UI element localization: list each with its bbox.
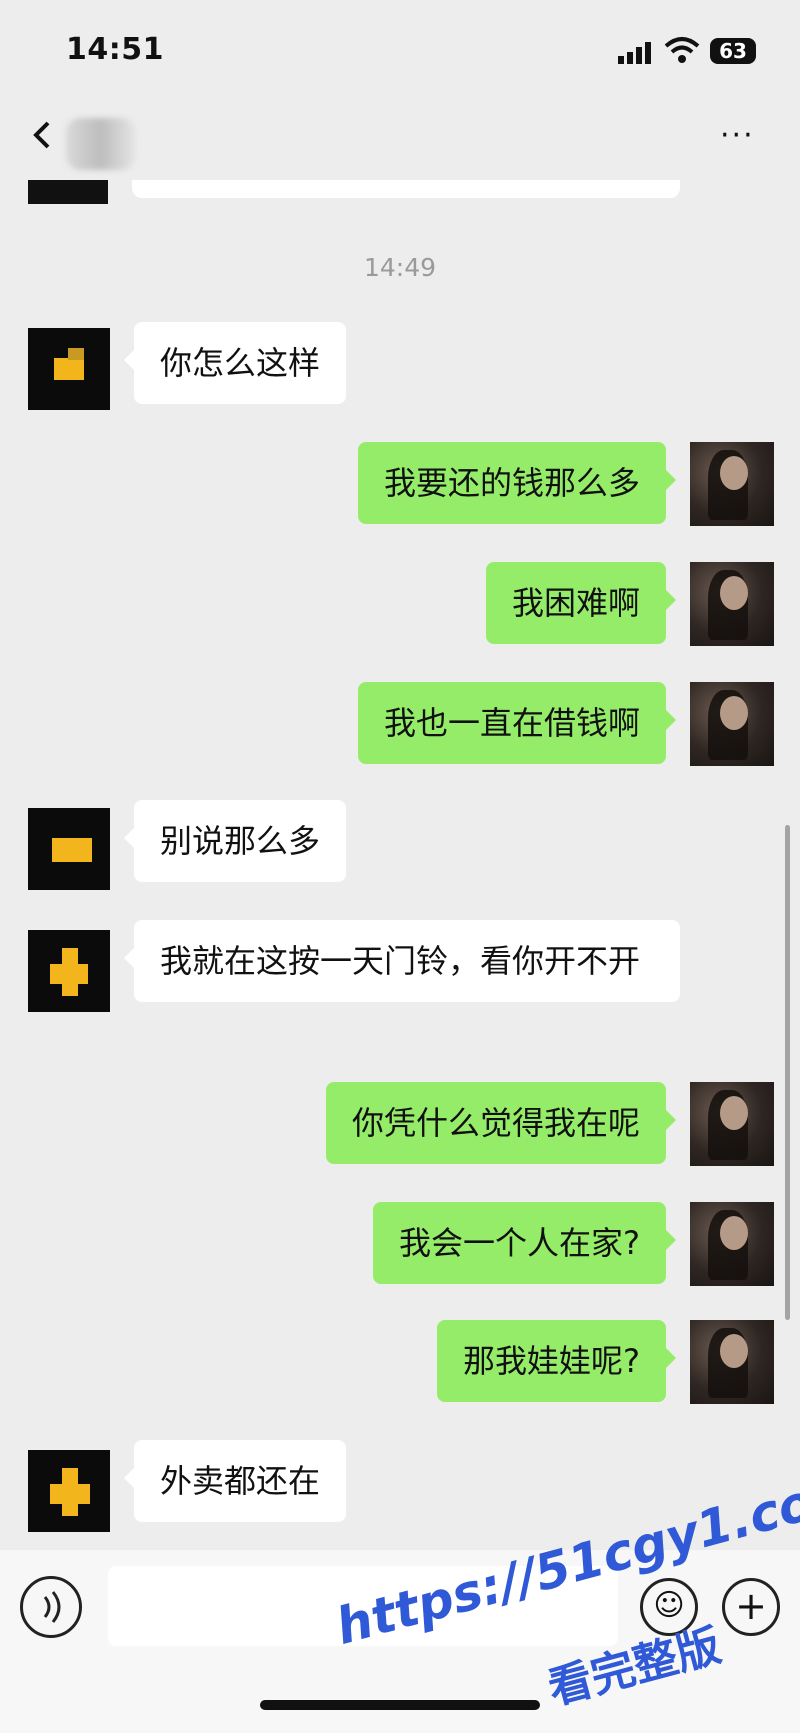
status-time: 14:51	[66, 32, 164, 67]
avatar[interactable]	[690, 1320, 774, 1404]
battery-indicator: 63	[710, 38, 756, 64]
avatar[interactable]	[690, 1202, 774, 1286]
wifi-icon	[664, 37, 700, 63]
voice-icon[interactable]	[20, 1576, 82, 1638]
message-bubble: 我会一个人在家?	[373, 1202, 676, 1284]
message-bubble: 外卖都还在	[123, 1440, 347, 1522]
home-indicator[interactable]	[260, 1700, 540, 1710]
contact-name-blurred	[66, 118, 136, 170]
status-bar: 14:51 63	[0, 0, 800, 100]
message-timestamp: 14:49	[363, 253, 437, 282]
avatar[interactable]	[28, 180, 108, 204]
message-bubble: 我也一直在借钱啊	[357, 682, 677, 764]
message-bubble: 你怎么这样	[123, 322, 347, 404]
avatar[interactable]	[690, 442, 774, 526]
scrollbar[interactable]	[785, 825, 790, 1320]
message-bubble: 你凭什么觉得我在呢	[325, 1082, 677, 1164]
more-icon[interactable]: ···	[720, 118, 755, 153]
avatar[interactable]	[28, 930, 110, 1012]
signal-icon	[618, 42, 651, 64]
avatar[interactable]	[28, 328, 110, 410]
message-bubble: 那我娃娃呢?	[437, 1320, 676, 1402]
message-bubble: 我要还的钱那么多	[357, 442, 677, 524]
avatar[interactable]	[28, 1450, 110, 1532]
plus-icon[interactable]: +	[722, 1578, 780, 1636]
message-bubble: 我就在这按一天门铃，看你开不开	[124, 920, 680, 1002]
avatar[interactable]	[690, 562, 774, 646]
avatar[interactable]	[690, 1082, 774, 1166]
avatar[interactable]	[28, 808, 110, 890]
message-bubble	[132, 180, 680, 198]
message-bubble: 别说那么多	[123, 800, 347, 882]
message-bubble: 我困难啊	[485, 562, 677, 644]
back-arrow-icon[interactable]	[30, 120, 54, 157]
avatar[interactable]	[690, 682, 774, 766]
